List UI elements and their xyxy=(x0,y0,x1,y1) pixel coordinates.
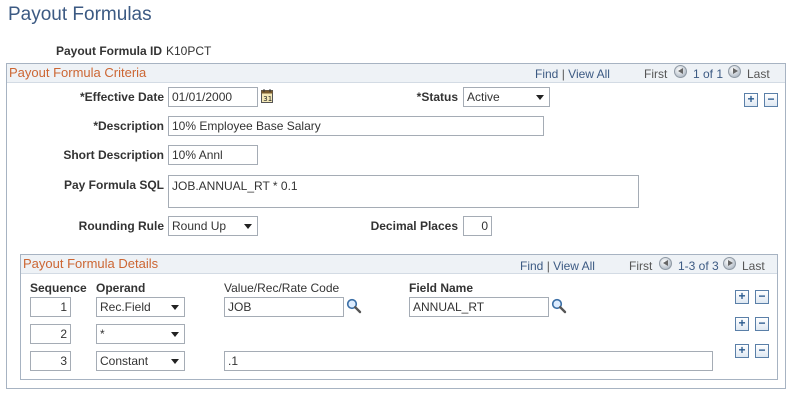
formula-id-value: K10PCT xyxy=(166,44,212,58)
next-arrow-icon[interactable] xyxy=(723,257,736,270)
dropdown-arrow-icon xyxy=(171,359,179,364)
field-name-input[interactable]: ANNUAL_RT xyxy=(409,297,549,317)
status-select[interactable]: Active xyxy=(463,87,550,107)
details-find-link[interactable]: Find xyxy=(520,259,543,273)
details-section-title: Payout Formula Details xyxy=(23,256,159,271)
short-description-input[interactable]: 10% Annl xyxy=(168,145,258,165)
operand-select[interactable]: * xyxy=(96,324,185,344)
effective-date-input[interactable]: 01/01/2000 xyxy=(168,87,258,107)
rounding-rule-value: Round Up xyxy=(172,219,227,233)
remove-row-button[interactable]: − xyxy=(764,93,778,107)
details-last-label: Last xyxy=(742,259,765,273)
decimal-places-label: Decimal Places xyxy=(370,219,458,233)
previous-arrow-icon[interactable] xyxy=(674,65,687,78)
nav-separator: | xyxy=(561,67,565,81)
add-row-button[interactable]: + xyxy=(735,317,749,331)
criteria-nav: Find | View All xyxy=(535,67,610,81)
dropdown-arrow-icon xyxy=(171,332,179,337)
sequence-input[interactable]: 1 xyxy=(30,297,71,317)
status-select-value: Active xyxy=(467,90,500,104)
rounding-rule-select[interactable]: Round Up xyxy=(168,216,258,236)
dropdown-arrow-icon xyxy=(171,305,179,310)
criteria-first-label: First xyxy=(644,67,668,81)
svg-text:31: 31 xyxy=(263,95,272,103)
criteria-view-all-link[interactable]: View All xyxy=(568,67,610,81)
sequence-input[interactable]: 3 xyxy=(30,351,71,371)
value-code-input[interactable]: .1 xyxy=(224,351,713,371)
remove-row-button[interactable]: − xyxy=(755,317,769,331)
details-nav: Find | View All xyxy=(520,259,595,273)
operand-value: * xyxy=(100,327,105,341)
calendar-icon[interactable]: 31 xyxy=(261,89,273,103)
next-arrow-icon[interactable] xyxy=(728,65,741,78)
details-view-all-link[interactable]: View All xyxy=(553,259,595,273)
sequence-input[interactable]: 2 xyxy=(30,324,71,344)
column-header-value-code: Value/Rec/Rate Code xyxy=(224,281,340,295)
column-header-field-name: Field Name xyxy=(409,281,474,295)
operand-select[interactable]: Constant xyxy=(96,351,185,371)
effective-date-label: *Effective Date xyxy=(79,90,164,104)
remove-row-button[interactable]: − xyxy=(755,344,769,358)
criteria-range: 1 of 1 xyxy=(693,67,724,81)
short-description-label: Short Description xyxy=(63,148,164,162)
add-row-button[interactable]: + xyxy=(744,93,758,107)
operand-select[interactable]: Rec.Field xyxy=(96,297,185,317)
previous-arrow-icon[interactable] xyxy=(659,257,672,270)
decimal-places-input[interactable]: 0 xyxy=(463,216,492,236)
value-code-input[interactable]: JOB xyxy=(224,297,344,317)
lookup-magnifier-icon[interactable] xyxy=(551,298,567,314)
add-row-button[interactable]: + xyxy=(735,290,749,304)
column-header-sequence: Sequence xyxy=(30,281,87,295)
page-title: Payout Formulas xyxy=(8,4,152,25)
add-row-button[interactable]: + xyxy=(735,344,749,358)
description-label: *Description xyxy=(93,119,164,133)
lookup-magnifier-icon[interactable] xyxy=(346,298,362,314)
nav-separator: | xyxy=(546,259,550,273)
dropdown-arrow-icon xyxy=(536,95,544,100)
operand-value: Rec.Field xyxy=(100,300,151,314)
details-first-label: First xyxy=(629,259,653,273)
criteria-last-label: Last xyxy=(747,67,770,81)
dropdown-arrow-icon xyxy=(244,224,252,229)
pay-formula-sql-label: Pay Formula SQL xyxy=(63,178,164,192)
details-range: 1-3 of 3 xyxy=(678,259,719,273)
rounding-rule-label: Rounding Rule xyxy=(78,219,164,233)
formula-id-label: Payout Formula ID xyxy=(56,44,163,58)
criteria-find-link[interactable]: Find xyxy=(535,67,558,81)
column-header-operand: Operand xyxy=(96,281,146,295)
description-input[interactable]: 10% Employee Base Salary xyxy=(168,116,544,136)
remove-row-button[interactable]: − xyxy=(755,290,769,304)
status-label: *Status xyxy=(416,90,458,104)
operand-value: Constant xyxy=(100,354,149,368)
pay-formula-sql-textarea[interactable]: JOB.ANNUAL_RT * 0.1 xyxy=(168,175,639,208)
criteria-section-title: Payout Formula Criteria xyxy=(9,65,147,80)
